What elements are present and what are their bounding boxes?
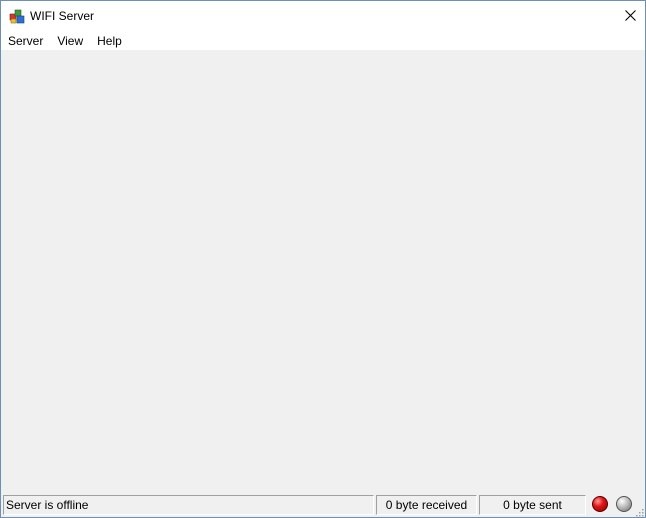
close-button[interactable] xyxy=(615,1,645,32)
title-bar[interactable]: WIFI Server xyxy=(1,1,645,32)
status-bar: Server is offline 0 byte received 0 byte… xyxy=(1,493,645,517)
gray-led-icon xyxy=(616,496,632,512)
menu-help[interactable]: Help xyxy=(90,32,129,50)
resize-grip-icon[interactable] xyxy=(634,506,644,517)
status-panel-sent: 0 byte sent xyxy=(479,495,586,515)
window-title: WIFI Server xyxy=(30,9,95,23)
app-window: WIFI Server Server View Help Server is o… xyxy=(0,0,646,518)
close-icon xyxy=(624,9,636,24)
menu-server[interactable]: Server xyxy=(1,32,50,50)
menu-view[interactable]: View xyxy=(50,32,90,50)
red-led-icon xyxy=(592,496,608,512)
status-panel-server: Server is offline xyxy=(3,495,374,515)
menu-bar: Server View Help xyxy=(1,32,645,50)
status-panel-received: 0 byte received xyxy=(376,495,477,515)
client-area xyxy=(1,50,645,493)
app-icon xyxy=(9,8,25,24)
